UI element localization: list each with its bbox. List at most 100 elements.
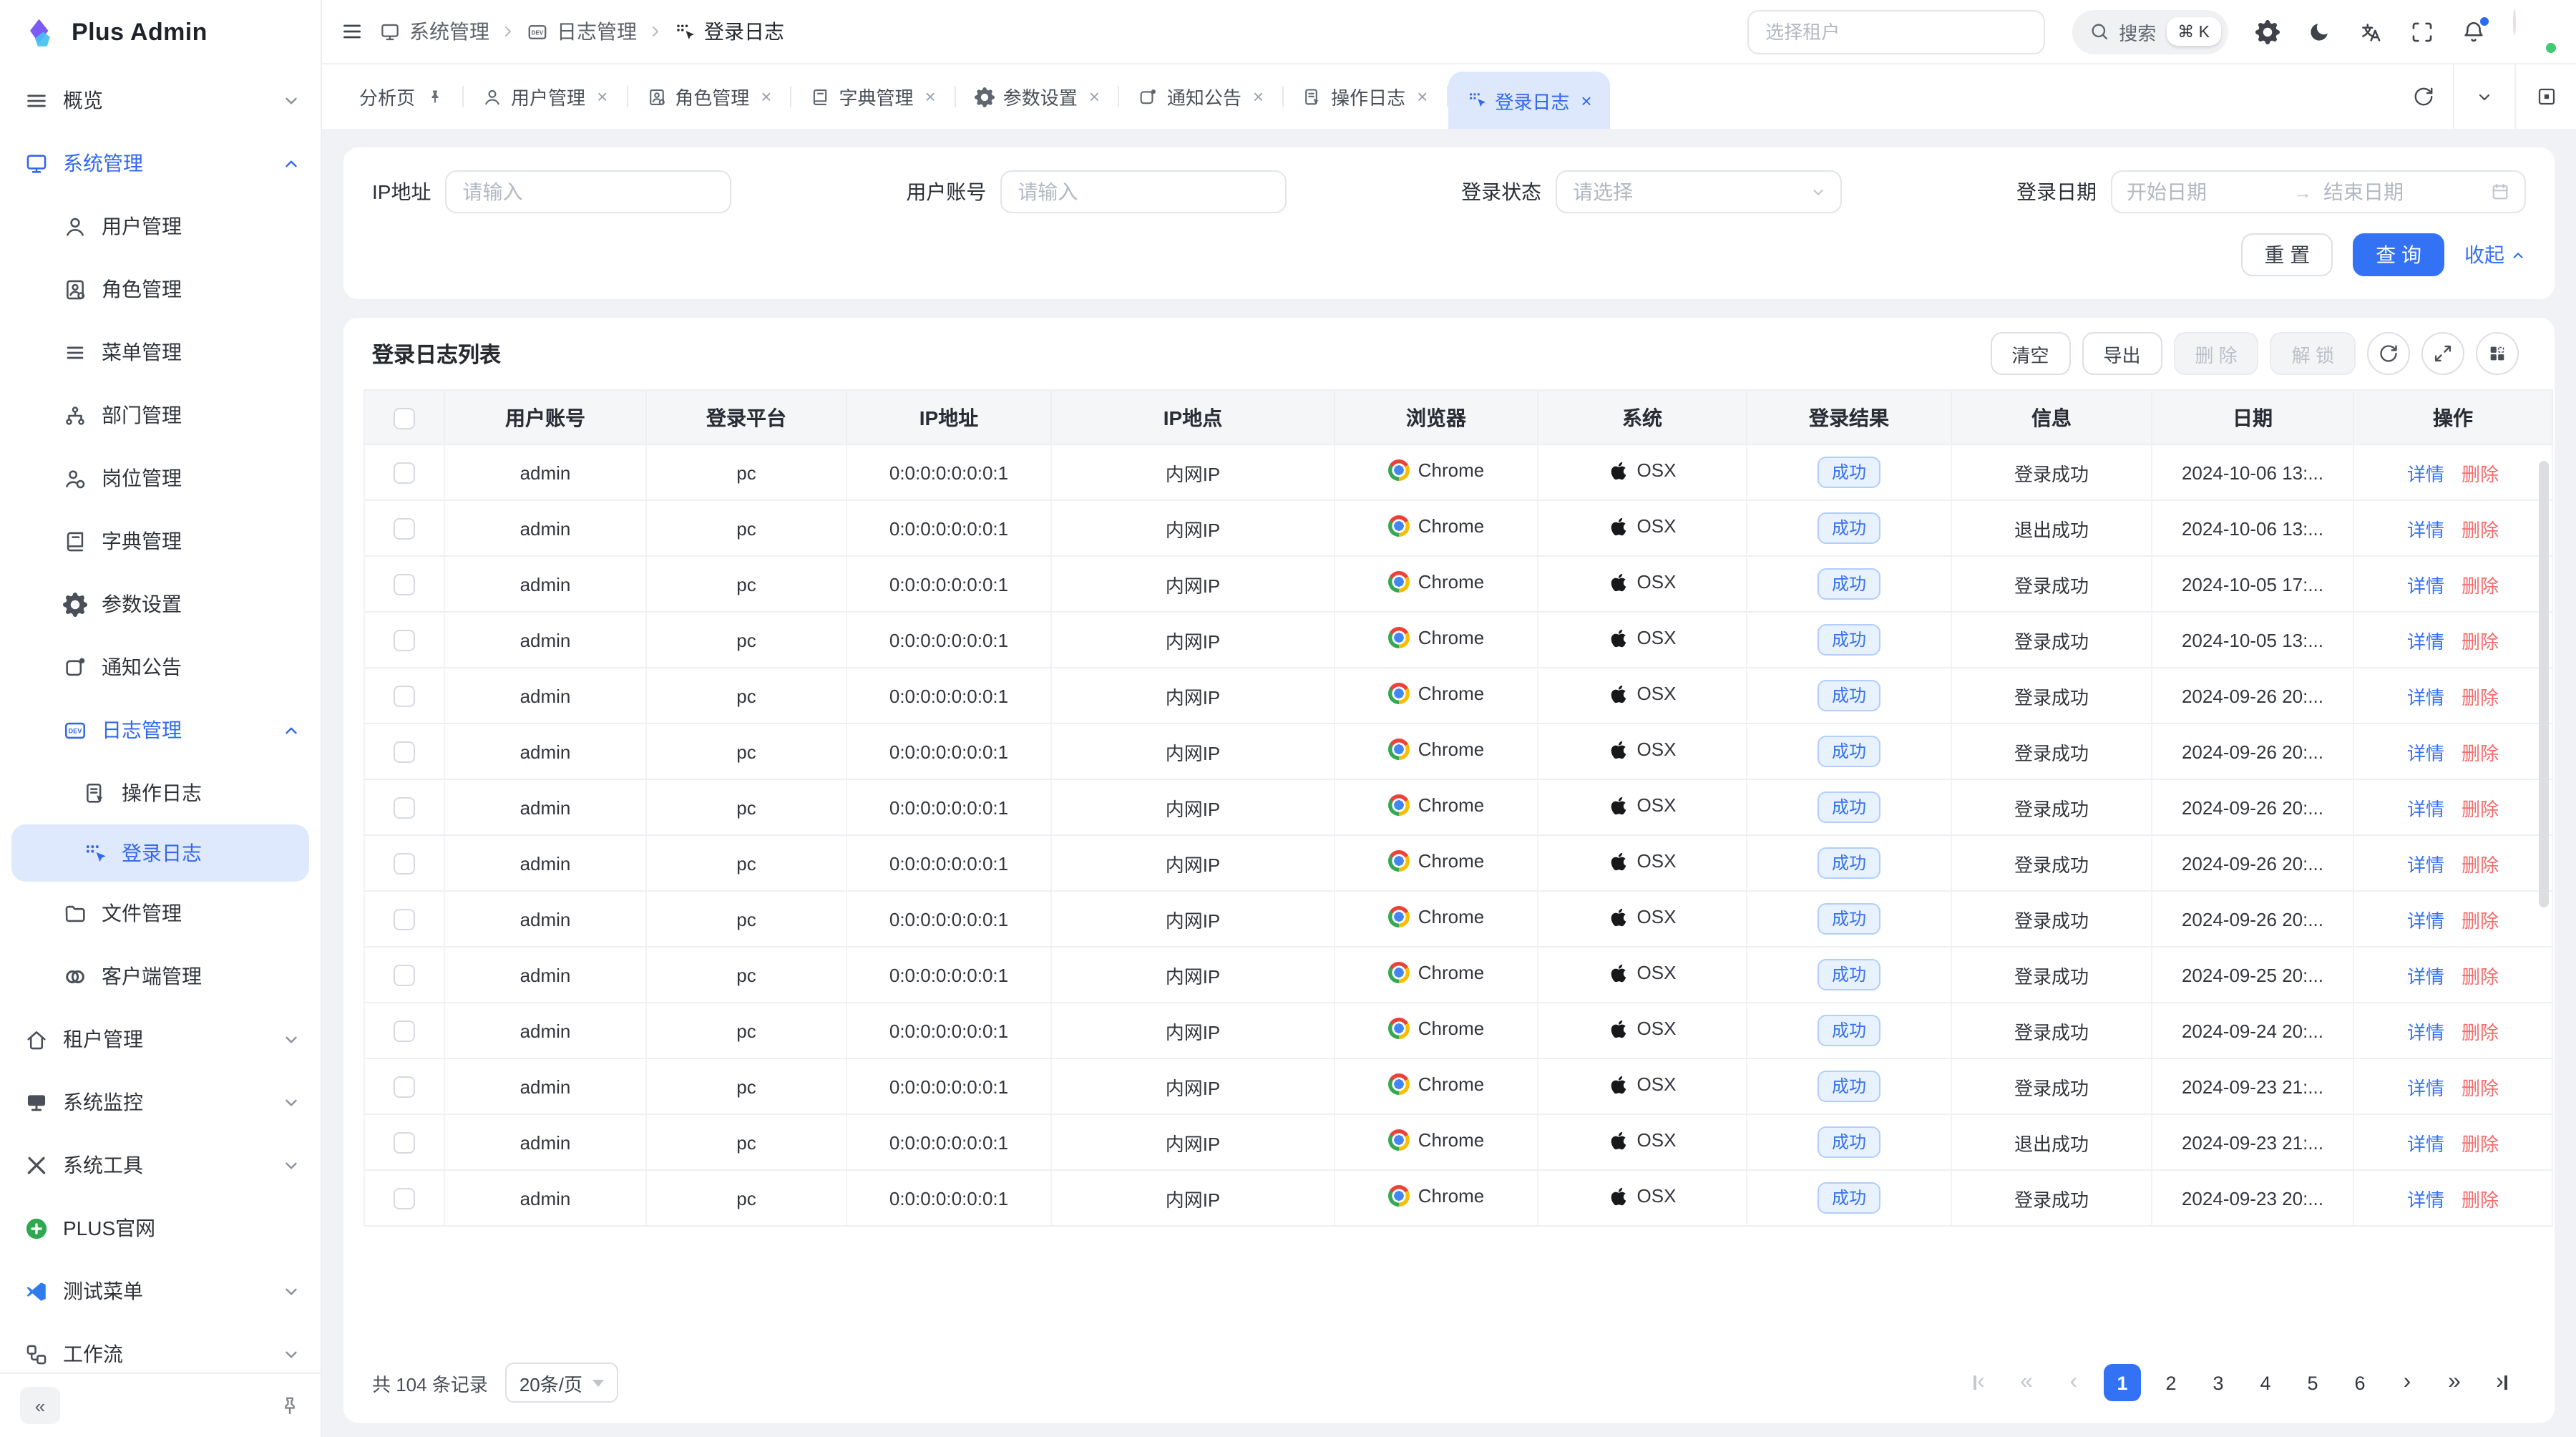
sidebar-item-tenant-management[interactable]: 租户管理 xyxy=(0,1008,321,1071)
tab-param-settings[interactable]: 参数设置× xyxy=(956,64,1118,129)
ip-address-input[interactable] xyxy=(445,170,731,213)
pagination-prev-button[interactable]: ‹ xyxy=(2057,1364,2091,1401)
row-checkbox[interactable] xyxy=(394,1188,415,1209)
tab-close-icon[interactable]: × xyxy=(925,87,936,106)
page-size-select[interactable]: 20条/页 xyxy=(505,1363,618,1403)
global-search-button[interactable]: 搜索 ⌘ K xyxy=(2072,9,2228,54)
table-fullscreen-button[interactable] xyxy=(2421,332,2464,375)
tab-close-icon[interactable]: × xyxy=(761,87,771,106)
sidebar-item-role-management[interactable]: 角色管理 xyxy=(0,258,321,321)
sidebar-item-login-log[interactable]: 登录日志 xyxy=(11,824,309,882)
page-button-5[interactable]: 5 xyxy=(2296,1364,2330,1401)
tab-close-icon[interactable]: × xyxy=(1417,87,1428,106)
detail-link[interactable]: 详情 xyxy=(2407,910,2444,931)
user-avatar[interactable] xyxy=(2513,10,2556,53)
pagination-forward10-button[interactable]: » xyxy=(2437,1364,2472,1401)
detail-link[interactable]: 详情 xyxy=(2407,519,2444,540)
sidebar-item-system-monitor[interactable]: 系统监控 xyxy=(0,1071,321,1134)
refresh-table-button[interactable] xyxy=(2367,332,2410,375)
delete-link[interactable]: 删除 xyxy=(2462,575,2499,596)
delete-link[interactable]: 删除 xyxy=(2462,854,2499,875)
tab-analysis[interactable]: 分析页 xyxy=(341,64,462,129)
gear-icon[interactable] xyxy=(2255,19,2280,44)
tab-close-icon[interactable]: × xyxy=(597,87,608,106)
reset-button[interactable]: 重 置 xyxy=(2241,233,2333,276)
breadcrumb-login-log[interactable]: 登录日志 xyxy=(674,17,784,46)
pagination-first-button[interactable]: ‹ xyxy=(1962,1364,1996,1401)
tab-dict-management[interactable]: 字典管理× xyxy=(791,64,954,129)
breadcrumb-system-management[interactable]: 系统管理 xyxy=(379,17,489,46)
detail-link[interactable]: 详情 xyxy=(2407,854,2444,875)
row-checkbox[interactable] xyxy=(394,1076,415,1098)
delete-link[interactable]: 删除 xyxy=(2462,1021,2499,1043)
tab-login-log[interactable]: 登录日志× xyxy=(1448,72,1610,129)
login-status-select[interactable]: 请选择 xyxy=(1556,170,1842,213)
sidebar-item-user-management[interactable]: 用户管理 xyxy=(0,195,321,258)
notifications-button[interactable] xyxy=(2462,19,2486,44)
sidebar-item-system-management[interactable]: 系统管理 xyxy=(0,132,321,195)
page-button-4[interactable]: 4 xyxy=(2248,1364,2283,1401)
tab-options-button[interactable] xyxy=(2454,64,2514,129)
delete-link[interactable]: 删除 xyxy=(2462,630,2499,652)
tab-close-icon[interactable]: × xyxy=(1089,87,1100,106)
delete-link[interactable]: 删除 xyxy=(2462,965,2499,987)
sidebar-item-dept-management[interactable]: 部门管理 xyxy=(0,384,321,447)
select-all-checkbox[interactable] xyxy=(394,408,415,429)
delete-link[interactable]: 删除 xyxy=(2462,686,2499,708)
row-checkbox[interactable] xyxy=(394,1132,415,1154)
breadcrumb-log-management[interactable]: DEV日志管理 xyxy=(527,17,637,46)
row-checkbox[interactable] xyxy=(394,630,415,651)
row-checkbox[interactable] xyxy=(394,909,415,930)
sidebar-item-dict-management[interactable]: 字典管理 xyxy=(0,510,321,573)
sidebar-item-file-management[interactable]: 文件管理 xyxy=(0,882,321,945)
detail-link[interactable]: 详情 xyxy=(2407,575,2444,596)
content-fullscreen-button[interactable] xyxy=(2516,64,2576,129)
detail-link[interactable]: 详情 xyxy=(2407,686,2444,708)
detail-link[interactable]: 详情 xyxy=(2407,630,2444,652)
sidebar-item-param-settings[interactable]: 参数设置 xyxy=(0,573,321,635)
row-checkbox[interactable] xyxy=(394,853,415,875)
delete-link[interactable]: 删除 xyxy=(2462,910,2499,931)
row-checkbox[interactable] xyxy=(394,462,415,484)
clear-button[interactable]: 清空 xyxy=(1990,332,2070,375)
collapse-filter-link[interactable]: 收起 xyxy=(2464,240,2526,269)
pagination-last-button[interactable]: › xyxy=(2484,1364,2519,1401)
page-button-2[interactable]: 2 xyxy=(2154,1364,2188,1401)
sidebar-item-workflow[interactable]: 工作流 xyxy=(0,1322,321,1373)
export-button[interactable]: 导出 xyxy=(2082,332,2162,375)
user-account-input[interactable] xyxy=(1000,170,1287,213)
tab-user-management[interactable]: 用户管理× xyxy=(464,64,626,129)
page-button-6[interactable]: 6 xyxy=(2343,1364,2377,1401)
row-checkbox[interactable] xyxy=(394,574,415,595)
sidebar-pin-icon[interactable] xyxy=(279,1395,301,1416)
sidebar-item-post-management[interactable]: 岗位管理 xyxy=(0,447,321,510)
sidebar-collapse-button[interactable]: « xyxy=(20,1387,60,1424)
delete-link[interactable]: 删除 xyxy=(2462,463,2499,484)
detail-link[interactable]: 详情 xyxy=(2407,1077,2444,1099)
sidebar-item-system-tools[interactable]: 系统工具 xyxy=(0,1134,321,1197)
detail-link[interactable]: 详情 xyxy=(2407,1189,2444,1210)
sidebar-item-operation-log[interactable]: 操作日志 xyxy=(0,761,321,824)
row-checkbox[interactable] xyxy=(394,1020,415,1042)
pagination-back10-button[interactable]: « xyxy=(2009,1364,2044,1401)
tab-close-icon[interactable]: × xyxy=(1581,91,1591,109)
sidebar-item-notice-announcement[interactable]: 通知公告 xyxy=(0,635,321,698)
row-checkbox[interactable] xyxy=(394,686,415,707)
sidebar-item-overview[interactable]: 概览 xyxy=(0,69,321,132)
sidebar-item-menu-management[interactable]: 菜单管理 xyxy=(0,321,321,384)
detail-link[interactable]: 详情 xyxy=(2407,1133,2444,1154)
delete-link[interactable]: 删除 xyxy=(2462,1133,2499,1154)
delete-link[interactable]: 删除 xyxy=(2462,519,2499,540)
detail-link[interactable]: 详情 xyxy=(2407,742,2444,764)
page-button-3[interactable]: 3 xyxy=(2201,1364,2235,1401)
delete-link[interactable]: 删除 xyxy=(2462,742,2499,764)
menu-toggle-icon[interactable] xyxy=(341,20,364,43)
sidebar-item-client-management[interactable]: 客户端管理 xyxy=(0,945,321,1008)
login-date-range-picker[interactable]: 开始日期 → 结束日期 xyxy=(2111,170,2526,213)
tab-notice-announcement[interactable]: 通知公告× xyxy=(1120,64,1282,129)
refresh-tab-button[interactable] xyxy=(2393,64,2453,129)
fullscreen-icon[interactable] xyxy=(2410,19,2434,44)
row-checkbox[interactable] xyxy=(394,518,415,540)
page-button-1[interactable]: 1 xyxy=(2104,1364,2141,1401)
dark-mode-moon-icon[interactable] xyxy=(2307,19,2331,44)
